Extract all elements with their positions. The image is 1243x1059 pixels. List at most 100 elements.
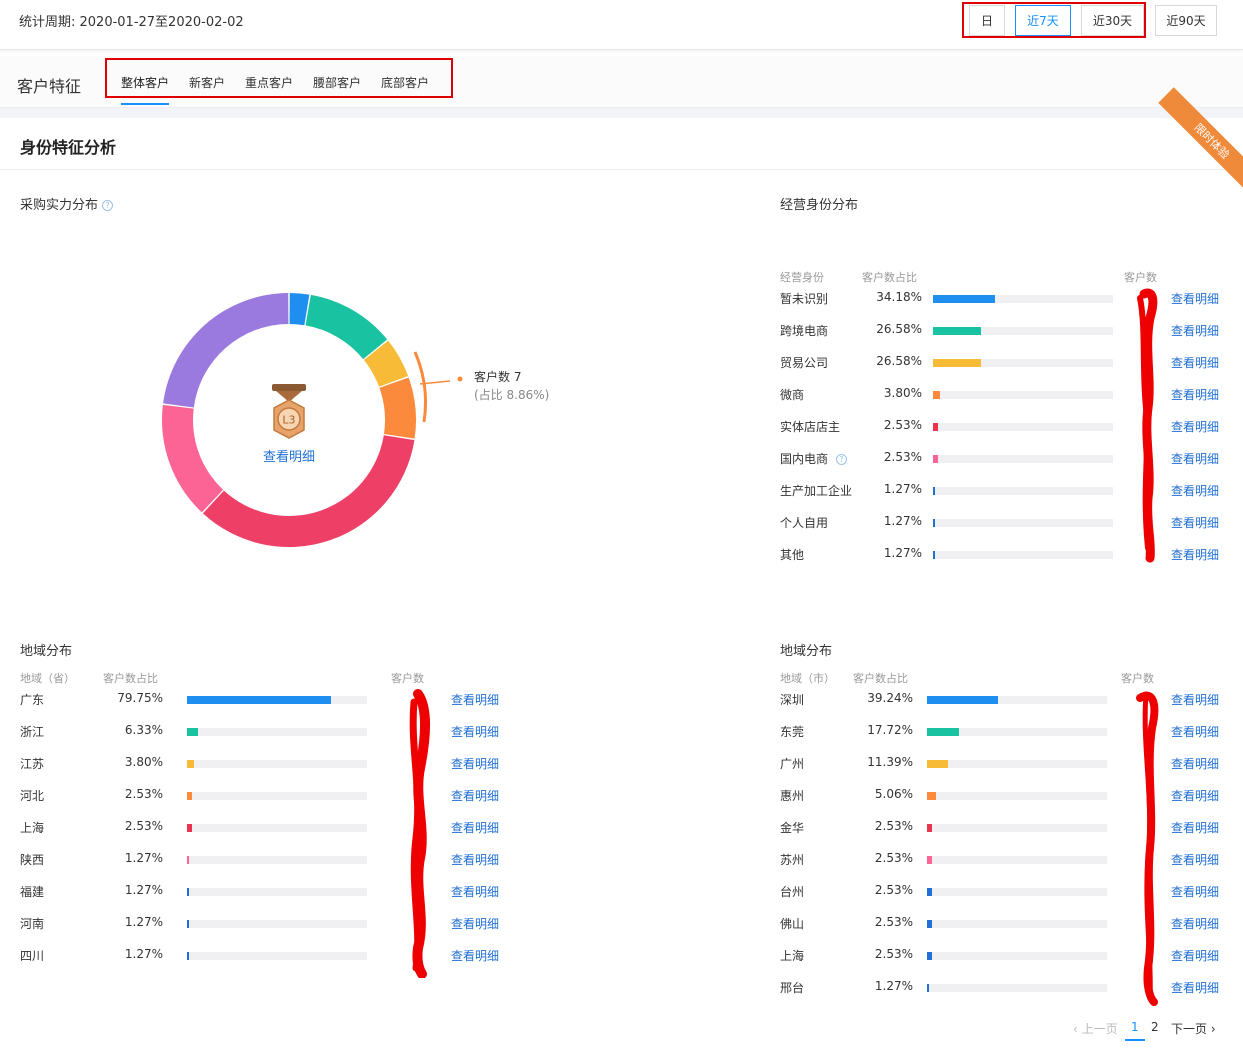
identity-bar-track — [933, 487, 1113, 495]
view-detail-link[interactable]: 查看明细 — [1171, 418, 1219, 435]
range-30d-button[interactable]: 近30天 — [1081, 5, 1144, 36]
tab-waist-customers[interactable]: 腰部客户 — [313, 74, 361, 91]
view-detail-link[interactable]: 查看明细 — [451, 755, 499, 772]
identity-bar — [933, 487, 935, 495]
city-title: 地域分布 — [780, 644, 833, 659]
view-detail-link[interactable]: 查看明细 — [1171, 386, 1219, 403]
donut-slice[interactable] — [289, 293, 310, 326]
view-detail-link[interactable]: 查看明细 — [1171, 979, 1219, 996]
identity-name: 暂未识别 — [780, 292, 829, 306]
pagination-page-1[interactable]: 1 — [1131, 1020, 1139, 1034]
range-7d-button[interactable]: 近7天 — [1015, 5, 1071, 36]
province-bar — [187, 792, 192, 800]
view-detail-link[interactable]: 查看明细 — [451, 883, 499, 900]
view-detail-link[interactable]: 查看明细 — [451, 691, 499, 708]
view-detail-link[interactable]: 查看明细 — [1171, 915, 1219, 932]
province-bar-track — [187, 888, 367, 896]
view-detail-link[interactable]: 查看明细 — [1171, 322, 1219, 339]
donut-slice[interactable] — [305, 294, 388, 360]
view-detail-link[interactable]: 查看明细 — [1171, 947, 1219, 964]
identity-bar — [933, 327, 981, 335]
view-detail-link[interactable]: 查看明细 — [1171, 723, 1219, 740]
view-detail-link[interactable]: 查看明细 — [451, 787, 499, 804]
city-share: 1.27% — [874, 979, 913, 993]
tab-key-customers[interactable]: 重点客户 — [245, 74, 293, 91]
identity-name: 实体店店主 — [780, 420, 841, 434]
chevron-right-icon: › — [1210, 1022, 1216, 1036]
city-name: 惠州 — [780, 789, 805, 803]
identity-share: 1.27% — [883, 482, 922, 496]
view-detail-link[interactable]: 查看明细 — [1171, 691, 1219, 708]
view-detail-link[interactable]: 查看明细 — [1171, 787, 1219, 804]
city-name: 邢台 — [780, 981, 805, 995]
province-bar — [187, 888, 189, 896]
identity-share: 3.80% — [883, 386, 922, 400]
view-detail-link[interactable]: 查看明细 — [1171, 450, 1219, 467]
tab-all-customers[interactable]: 整体客户 — [121, 74, 169, 91]
view-detail-link[interactable]: 查看明细 — [451, 851, 499, 868]
city-name: 深圳 — [780, 693, 805, 707]
identity-bar-track — [933, 327, 1113, 335]
province-title: 地域分布 — [20, 644, 73, 659]
donut-slice[interactable] — [163, 293, 289, 408]
province-bar-track — [187, 824, 367, 832]
view-detail-link[interactable]: 查看明细 — [1171, 546, 1219, 563]
province-share: 2.53% — [124, 787, 163, 801]
city-bar-track — [927, 792, 1107, 800]
city-bar-track — [927, 696, 1107, 704]
donut-slice[interactable] — [379, 377, 417, 439]
city-bar-track — [927, 920, 1107, 928]
province-col-count: 客户数 — [391, 672, 424, 685]
province-share: 1.27% — [124, 883, 163, 897]
identity-share: 1.27% — [883, 546, 922, 560]
pagination-page-2[interactable]: 2 — [1151, 1020, 1159, 1034]
view-detail-link[interactable]: 查看明细 — [1171, 354, 1219, 371]
identity-bar — [933, 423, 938, 431]
donut-center-detail-link[interactable]: 查看明细 — [263, 449, 315, 465]
tab-bottom-customers[interactable]: 底部客户 — [381, 74, 429, 91]
identity-share: 2.53% — [883, 450, 922, 464]
tab-new-customers[interactable]: 新客户 — [189, 74, 225, 91]
province-bar — [187, 728, 198, 736]
city-col-share: 客户数占比 — [853, 672, 908, 685]
city-bar-track — [927, 888, 1107, 896]
view-detail-link[interactable]: 查看明细 — [1171, 290, 1219, 307]
view-detail-link[interactable]: 查看明细 — [1171, 819, 1219, 836]
identity-bar-track — [933, 455, 1113, 463]
identity-bar-track — [933, 519, 1113, 527]
help-icon[interactable]: ? — [836, 454, 847, 465]
identity-share: 2.53% — [883, 418, 922, 432]
city-bar — [927, 984, 929, 992]
identity-bar — [933, 295, 995, 303]
city-bar — [927, 920, 932, 928]
province-bar-track — [187, 856, 367, 864]
top-bar: 统计周期: 2020-01-27至2020-02-02 日 近7天 近30天 近… — [0, 0, 1243, 50]
section-separator — [0, 108, 1243, 118]
province-share: 79.75% — [117, 691, 163, 705]
pagination-next[interactable]: 下一页 › — [1171, 1020, 1216, 1037]
city-bar — [927, 824, 932, 832]
view-detail-link[interactable]: 查看明细 — [451, 915, 499, 932]
city-bar — [927, 696, 998, 704]
view-detail-link[interactable]: 查看明细 — [1171, 755, 1219, 772]
view-detail-link[interactable]: 查看明细 — [451, 819, 499, 836]
province-share: 1.27% — [124, 915, 163, 929]
city-bar-track — [927, 984, 1107, 992]
identity-share: 34.18% — [876, 290, 922, 304]
range-day-button[interactable]: 日 — [969, 5, 1005, 36]
view-detail-link[interactable]: 查看明细 — [1171, 851, 1219, 868]
province-name: 上海 — [20, 821, 45, 835]
view-detail-link[interactable]: 查看明细 — [1171, 482, 1219, 499]
donut-slice[interactable] — [161, 404, 224, 513]
view-detail-link[interactable]: 查看明细 — [1171, 514, 1219, 531]
range-90d-button[interactable]: 近90天 — [1155, 5, 1217, 36]
view-detail-link[interactable]: 查看明细 — [451, 947, 499, 964]
identity-bar — [933, 359, 981, 367]
identity-name: 跨境电商 — [780, 324, 829, 338]
identity-name: 微商 — [780, 388, 805, 402]
view-detail-link[interactable]: 查看明细 — [451, 723, 499, 740]
help-icon[interactable]: ? — [102, 200, 114, 211]
province-name: 河北 — [20, 789, 45, 803]
view-detail-link[interactable]: 查看明细 — [1171, 883, 1219, 900]
pagination-prev[interactable]: ‹ 上一页 — [1073, 1020, 1118, 1037]
